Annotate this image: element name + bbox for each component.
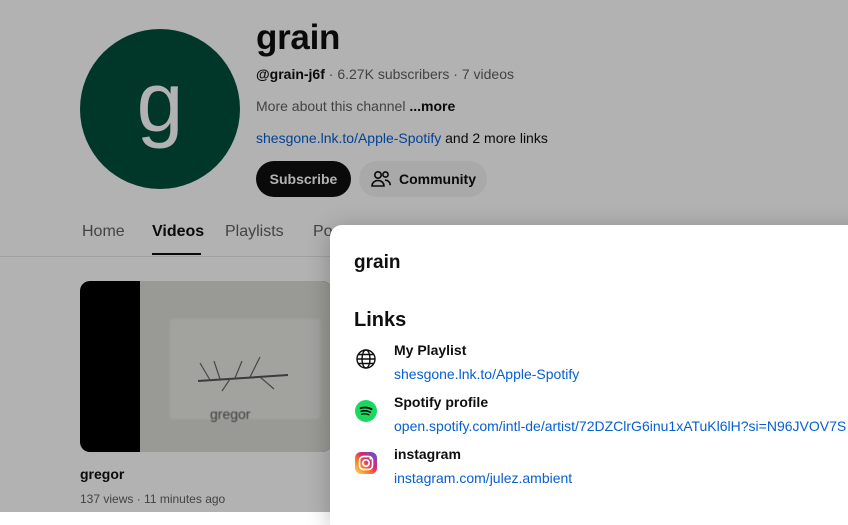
links-heading: Links	[354, 309, 407, 331]
link-name: Spotify profile	[394, 394, 489, 410]
link-url[interactable]: instagram.com/julez.ambient	[394, 470, 572, 486]
link-url[interactable]: open.spotify.com/intl-de/artist/72DZClrG…	[394, 418, 846, 434]
link-name: instagram	[394, 446, 461, 462]
about-dialog: grain Links My Playlist shesgone.lnk.to/…	[330, 225, 848, 525]
globe-icon	[356, 349, 376, 369]
instagram-icon	[355, 452, 377, 474]
link-name: My Playlist	[394, 342, 467, 358]
spotify-icon	[355, 400, 377, 422]
link-item-spotify: Spotify profile open.spotify.com/intl-de…	[354, 394, 848, 440]
link-item-instagram: instagram instagram.com/julez.ambient	[354, 446, 848, 492]
link-url[interactable]: shesgone.lnk.to/Apple-Spotify	[394, 366, 579, 382]
link-item-my-playlist: My Playlist shesgone.lnk.to/Apple-Spotif…	[354, 342, 848, 388]
dialog-title: grain	[354, 252, 401, 273]
